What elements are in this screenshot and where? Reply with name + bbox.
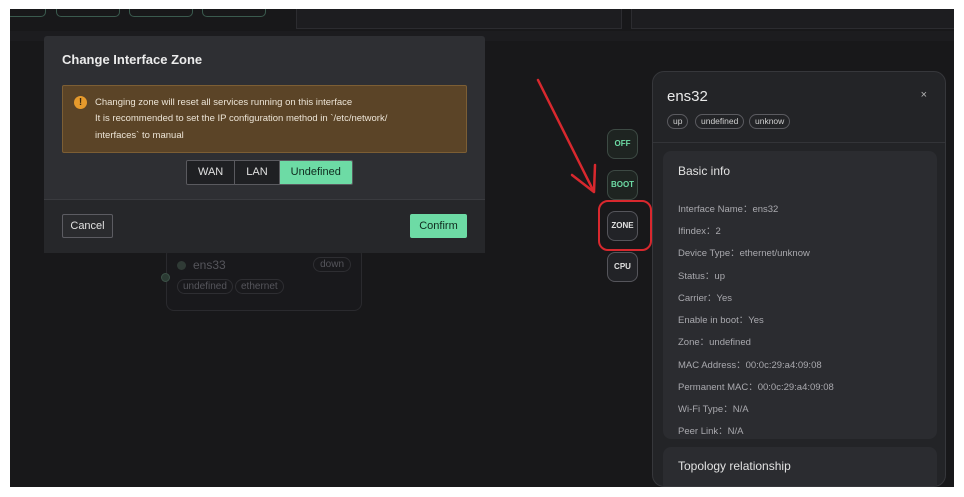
topology-title: Topology relationship — [678, 459, 791, 473]
info-device-type: Device Type：ethernet/unknow — [678, 248, 810, 259]
info-peer-link: Peer Link：N/A — [678, 426, 744, 437]
info-ifindex: Ifindex：2 — [678, 226, 721, 237]
zone-badge: undefined — [695, 114, 745, 129]
top-tab — [129, 9, 193, 17]
node-tag: undefined — [177, 279, 233, 294]
node-port-handle[interactable] — [161, 273, 170, 282]
node-status-dot — [177, 261, 186, 270]
warning-text-line: It is recommended to set the IP configur… — [95, 113, 388, 124]
top-tab — [56, 9, 120, 17]
boot-button[interactable]: BOOT — [607, 170, 638, 200]
node-card-ens33[interactable]: ens33 down undefined ethernet — [166, 247, 362, 311]
info-permanent-mac: Permanent MAC：00:0c:29:a4:09:08 — [678, 382, 834, 393]
top-right-panel — [631, 9, 954, 29]
info-mac-address: MAC Address：00:0c:29:a4:09:08 — [678, 360, 822, 371]
warning-icon: ! — [74, 96, 87, 109]
top-tab — [202, 9, 266, 17]
close-icon[interactable]: × — [921, 89, 927, 101]
info-carrier: Carrier：Yes — [678, 293, 733, 304]
zone-option-undefined[interactable]: Undefined — [279, 161, 352, 184]
node-status-badge: down — [313, 257, 351, 272]
dialog-footer: Cancel Confirm — [44, 199, 485, 253]
status-badge: up — [667, 114, 689, 129]
top-tab — [10, 9, 46, 17]
app-window: ens33 down undefined ethernet OFF BOOT Z… — [10, 9, 954, 487]
info-wifi-type: Wi-Fi Type：N/A — [678, 404, 749, 415]
info-interface-name: Interface Name：ens32 — [678, 204, 779, 215]
cpu-button[interactable]: CPU — [607, 252, 638, 282]
off-button[interactable]: OFF — [607, 129, 638, 159]
change-zone-dialog: Change Interface Zone ! Changing zone wi… — [44, 36, 485, 253]
topology-card: Topology relationship — [663, 447, 937, 486]
info-enable-in-boot: Enable in boot：Yes — [678, 315, 764, 326]
cancel-button[interactable]: Cancel — [62, 214, 113, 238]
zone-selector: WAN LAN Undefined — [186, 160, 353, 185]
annotation-highlight-box — [598, 200, 652, 251]
zone-option-wan[interactable]: WAN — [187, 161, 236, 184]
divider — [653, 142, 945, 143]
warning-alert: ! Changing zone will reset all services … — [62, 85, 467, 153]
basic-info-title: Basic info — [678, 164, 731, 178]
node-name: ens33 — [193, 258, 226, 272]
type-badge: unknow — [749, 114, 791, 129]
warning-text-line: interfaces` to manual — [95, 130, 184, 141]
basic-info-card: Basic info Interface Name：ens32 Ifindex：… — [663, 151, 937, 439]
warning-text-line: Changing zone will reset all services ru… — [95, 97, 353, 108]
confirm-button[interactable]: Confirm — [410, 214, 467, 238]
zone-option-lan[interactable]: LAN — [235, 161, 280, 184]
interface-details-panel: ens32 × up undefined unknow Basic info I… — [652, 71, 946, 487]
dialog-title: Change Interface Zone — [62, 52, 203, 67]
info-status: Status：up — [678, 271, 725, 282]
interface-name-title: ens32 — [667, 88, 708, 105]
top-stats-panel — [296, 9, 622, 29]
info-zone: Zone：undefined — [678, 337, 751, 348]
node-tag: ethernet — [235, 279, 284, 294]
